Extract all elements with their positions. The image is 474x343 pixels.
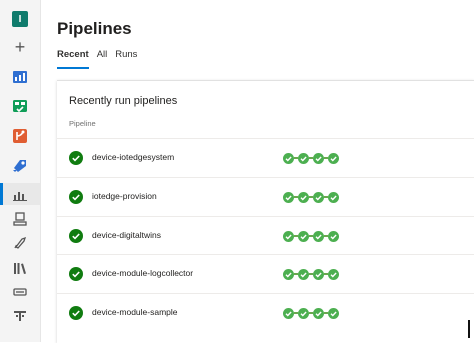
- pipeline-name[interactable]: iotedge-provision: [92, 191, 157, 201]
- stage-succeeded-icon[interactable]: [298, 191, 309, 203]
- nav-overview[interactable]: [8, 66, 32, 88]
- nav-deployment-groups[interactable]: [8, 305, 32, 327]
- pipeline-name[interactable]: device-iotedgesystem: [92, 152, 174, 162]
- pipeline-stages: [283, 191, 339, 203]
- stage-succeeded-icon[interactable]: [283, 152, 294, 164]
- nav-task-groups[interactable]: [8, 281, 32, 303]
- pipeline-stages: [283, 230, 339, 242]
- repos-icon: [13, 129, 27, 143]
- stage-succeeded-icon[interactable]: [328, 191, 339, 203]
- nav-releases[interactable]: [8, 232, 32, 254]
- nav-library[interactable]: [8, 257, 32, 279]
- status-succeeded-icon: [69, 151, 83, 165]
- tab-recent[interactable]: Recent: [57, 49, 89, 69]
- stage-succeeded-icon[interactable]: [283, 307, 294, 319]
- boards-icon: [13, 100, 27, 113]
- stage-succeeded-icon[interactable]: [313, 268, 324, 280]
- stage-succeeded-icon[interactable]: [313, 230, 324, 242]
- stage-succeeded-icon[interactable]: [283, 268, 294, 280]
- deployment-groups-icon: [14, 311, 26, 321]
- stage-succeeded-icon[interactable]: [313, 307, 324, 319]
- status-succeeded-icon: [69, 229, 83, 243]
- overview-icon: [13, 71, 27, 83]
- pipelines-list-icon: [13, 192, 27, 201]
- status-succeeded-icon: [69, 190, 83, 204]
- stage-succeeded-icon[interactable]: [313, 152, 324, 164]
- nav-boards[interactable]: [8, 95, 32, 117]
- nav-repos[interactable]: [8, 125, 32, 147]
- nav-pipelines[interactable]: [8, 154, 32, 176]
- pipeline-stages: [283, 307, 339, 319]
- releases-icon: [14, 236, 27, 249]
- pipeline-row[interactable]: device-module-sample: [57, 293, 474, 331]
- new-project-button[interactable]: +: [8, 36, 32, 58]
- stage-succeeded-icon[interactable]: [328, 230, 339, 242]
- environments-icon: [13, 212, 27, 226]
- task-groups-icon: [13, 288, 27, 296]
- stage-succeeded-icon[interactable]: [313, 191, 324, 203]
- stage-succeeded-icon[interactable]: [298, 230, 309, 242]
- pipeline-name[interactable]: device-module-logcollector: [92, 268, 193, 278]
- status-succeeded-icon: [69, 267, 83, 281]
- card-title: Recently run pipelines: [69, 95, 178, 107]
- pipeline-row[interactable]: device-iotedgesystem: [57, 138, 474, 176]
- text-cursor: [468, 320, 470, 338]
- nav-environments[interactable]: [8, 208, 32, 230]
- pipeline-name[interactable]: device-module-sample: [92, 307, 178, 317]
- column-header-pipeline: Pipeline: [69, 119, 96, 128]
- page-title: Pipelines: [57, 19, 132, 38]
- pipeline-row[interactable]: device-digitaltwins: [57, 216, 474, 254]
- pipelines-icon: [13, 160, 26, 172]
- tab-runs[interactable]: Runs: [115, 49, 137, 69]
- stage-succeeded-icon[interactable]: [283, 230, 294, 242]
- pipeline-name[interactable]: device-digitaltwins: [92, 230, 161, 240]
- stage-succeeded-icon[interactable]: [298, 307, 309, 319]
- stage-succeeded-icon[interactable]: [298, 152, 309, 164]
- stage-succeeded-icon[interactable]: [328, 268, 339, 280]
- stage-succeeded-icon[interactable]: [328, 152, 339, 164]
- organization-badge-icon: I: [12, 11, 28, 27]
- pipeline-row[interactable]: iotedge-provision: [57, 177, 474, 215]
- stage-succeeded-icon[interactable]: [298, 268, 309, 280]
- organization-badge[interactable]: I: [8, 8, 32, 30]
- pipeline-tabs: Recent All Runs: [57, 49, 137, 69]
- pipeline-stages: [283, 152, 339, 164]
- pipeline-row[interactable]: device-module-logcollector: [57, 254, 474, 292]
- plus-icon: +: [14, 37, 26, 57]
- stage-succeeded-icon[interactable]: [283, 191, 294, 203]
- left-nav-rail: I +: [0, 0, 41, 342]
- nav-pipelines-list[interactable]: [0, 183, 40, 205]
- tab-all[interactable]: All: [97, 49, 108, 69]
- stage-succeeded-icon[interactable]: [328, 307, 339, 319]
- pipeline-stages: [283, 268, 339, 280]
- status-succeeded-icon: [69, 306, 83, 320]
- recent-pipelines-card: Recently run pipelines Pipeline device-i…: [57, 80, 474, 343]
- library-icon: [14, 263, 26, 274]
